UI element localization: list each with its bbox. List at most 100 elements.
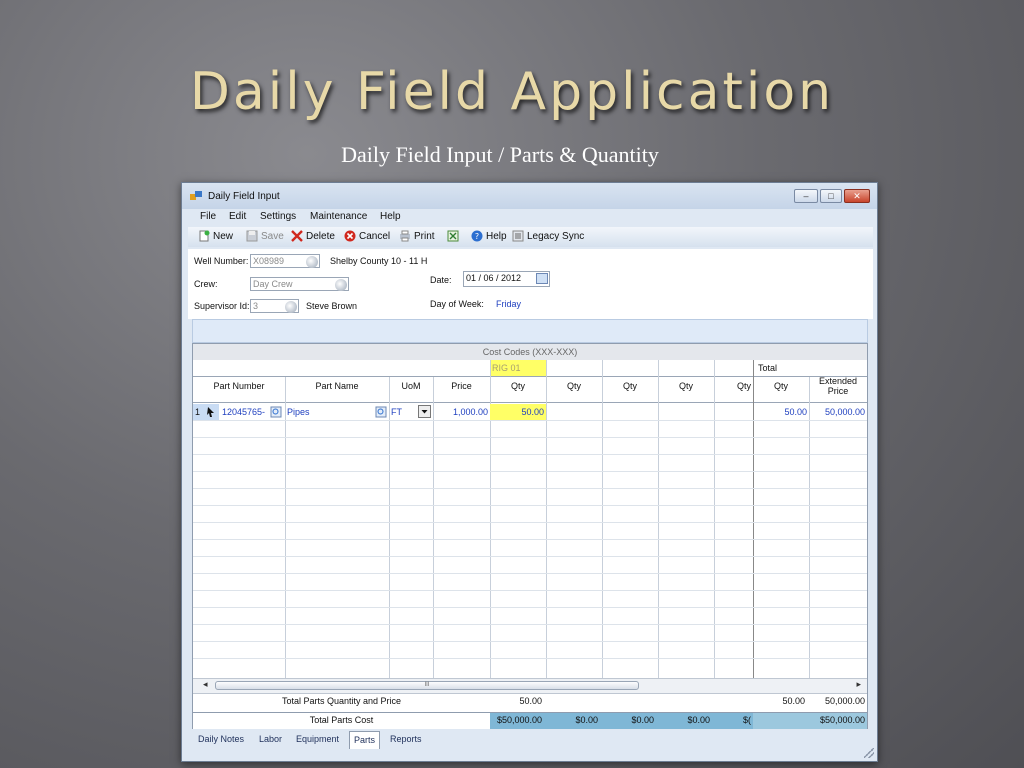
tab-equipment[interactable]: Equipment: [296, 734, 339, 744]
day-of-week-value: Friday: [496, 299, 522, 309]
extended-price-cell: 50,000.00: [824, 407, 865, 417]
crew-value: Day Crew: [253, 279, 293, 289]
total-qty-sum: 50.00: [782, 696, 805, 706]
tab-labor[interactable]: Labor: [259, 734, 282, 744]
help-icon: ?: [471, 230, 483, 242]
supervisor-lookup-icon[interactable]: [285, 301, 297, 313]
menu-maintenance[interactable]: Maintenance: [310, 211, 367, 222]
menu-file[interactable]: File: [200, 211, 216, 222]
totals-cost-row: Total Parts Cost $50,000.00 $0.00 $0.00 …: [193, 712, 867, 729]
well-lookup-icon[interactable]: [306, 256, 318, 268]
cost-codes-header: Cost Codes (XXX-XXX): [193, 344, 867, 360]
price-cell[interactable]: 1,000.00: [433, 404, 490, 420]
parts-grid: Cost Codes (XXX-XXX) RIG 01 Total Part N…: [192, 343, 868, 729]
supervisor-id-input[interactable]: 3: [250, 299, 299, 313]
delete-icon: [291, 230, 303, 242]
cost-code-input-1[interactable]: RIG 01: [490, 360, 546, 376]
window-title: Daily Field Input: [208, 191, 280, 202]
total-cost-2: $0.00: [575, 715, 598, 725]
menu-edit[interactable]: Edit: [229, 211, 246, 222]
crew-label: Crew:: [194, 279, 218, 289]
tab-reports[interactable]: Reports: [390, 734, 422, 744]
save-icon: [246, 230, 258, 242]
row-selector[interactable]: 1: [193, 404, 219, 420]
delete-button[interactable]: Delete: [291, 230, 335, 242]
col-qty-2[interactable]: Qty: [546, 381, 602, 391]
col-uom[interactable]: UoM: [389, 381, 433, 391]
new-button[interactable]: New: [198, 230, 233, 242]
totals-qty-row: Total Parts Quantity and Price 50.00 50.…: [193, 693, 867, 710]
col-qty-5[interactable]: Qty: [714, 381, 753, 391]
scroll-thumb[interactable]: III: [215, 681, 639, 690]
total-qty-price-label: Total Parts Quantity and Price: [281, 696, 402, 706]
cancel-label: Cancel: [359, 231, 391, 242]
total-cost-5: $(: [742, 715, 751, 725]
resize-grip-icon[interactable]: [864, 748, 874, 758]
well-name: Shelby County 10 - 11 H: [330, 256, 428, 266]
total-cost-4: $0.00: [687, 715, 710, 725]
col-qty-total[interactable]: Qty: [753, 381, 809, 391]
well-number-value: X08989: [253, 256, 285, 266]
help-label: Help: [486, 231, 507, 242]
well-number-label: Well Number:: [194, 256, 249, 266]
uom-cell[interactable]: FT: [391, 404, 415, 420]
cancel-button[interactable]: Cancel: [344, 230, 390, 242]
date-value: 01 / 06 / 2012: [466, 273, 522, 283]
crew-input[interactable]: Day Crew: [250, 277, 349, 291]
total-qty-1: 50.00: [519, 696, 542, 706]
row-index: 1: [195, 407, 201, 417]
excel-button[interactable]: [447, 230, 462, 242]
legacy-sync-button[interactable]: Legacy Sync: [512, 230, 584, 242]
col-extended-price[interactable]: Extended Price: [809, 375, 867, 396]
col-part-number[interactable]: Part Number: [193, 381, 285, 391]
scroll-right-arrow[interactable]: ▸: [856, 679, 861, 690]
scroll-left-arrow[interactable]: ◂: [203, 679, 208, 690]
date-picker[interactable]: 01 / 06 / 2012: [463, 271, 550, 287]
tab-bar: Daily Notes Labor Equipment Parts Report…: [192, 731, 868, 749]
slide-title: Daily Field Application: [189, 62, 835, 122]
excel-icon: [447, 230, 459, 242]
total-extended: 50,000.00: [824, 696, 865, 706]
col-price[interactable]: Price: [433, 381, 490, 391]
part-name-lookup-icon[interactable]: [375, 406, 387, 418]
svg-text:?: ?: [475, 232, 479, 241]
menu-help[interactable]: Help: [380, 211, 401, 222]
uom-dropdown[interactable]: [418, 405, 431, 418]
save-button[interactable]: Save: [246, 230, 284, 242]
new-label: New: [213, 231, 234, 242]
menu-settings[interactable]: Settings: [260, 211, 296, 222]
col-part-name[interactable]: Part Name: [285, 381, 389, 391]
sync-icon: [512, 230, 524, 242]
title-bar: Daily Field Input ‒ □ ✕: [182, 183, 877, 209]
date-label: Date:: [430, 275, 452, 285]
toolbar: New Save Delete Cancel Print ? Help Legac…: [188, 227, 873, 247]
well-number-input[interactable]: X08989: [250, 254, 320, 268]
col-qty-4[interactable]: Qty: [658, 381, 714, 391]
calendar-icon[interactable]: [536, 273, 548, 284]
horizontal-scrollbar[interactable]: ◂ III ▸: [193, 678, 867, 693]
supervisor-id-label: Supervisor Id:: [194, 301, 250, 311]
total-cost-sum: $50,000.00: [819, 715, 865, 725]
part-name-cell[interactable]: Pipes: [287, 404, 367, 420]
close-button[interactable]: ✕: [844, 189, 870, 203]
app-icon: [190, 191, 202, 200]
help-button[interactable]: ? Help: [471, 230, 507, 242]
tab-daily-notes[interactable]: Daily Notes: [198, 734, 244, 744]
print-button[interactable]: Print: [399, 230, 435, 242]
part-number-cell[interactable]: 12045765-: [222, 404, 269, 420]
new-icon: [199, 230, 210, 242]
crew-lookup-icon[interactable]: [335, 279, 347, 291]
scroll-thumb-grip: III: [424, 682, 430, 688]
supervisor-name: Steve Brown: [306, 301, 358, 311]
col-qty-1[interactable]: Qty: [490, 381, 546, 391]
printer-icon: [400, 230, 410, 242]
chevron-down-icon: [421, 410, 428, 414]
qty-cell-1[interactable]: 50.00: [490, 404, 546, 420]
minimize-button[interactable]: ‒: [794, 189, 818, 203]
col-qty-3[interactable]: Qty: [602, 381, 658, 391]
tab-parts[interactable]: Parts: [349, 731, 381, 749]
total-qty-cell: 50.00: [784, 407, 807, 417]
maximize-button[interactable]: □: [820, 189, 842, 203]
total-cost-1: $50,000.00: [496, 715, 542, 725]
part-number-lookup-icon[interactable]: [270, 406, 282, 418]
